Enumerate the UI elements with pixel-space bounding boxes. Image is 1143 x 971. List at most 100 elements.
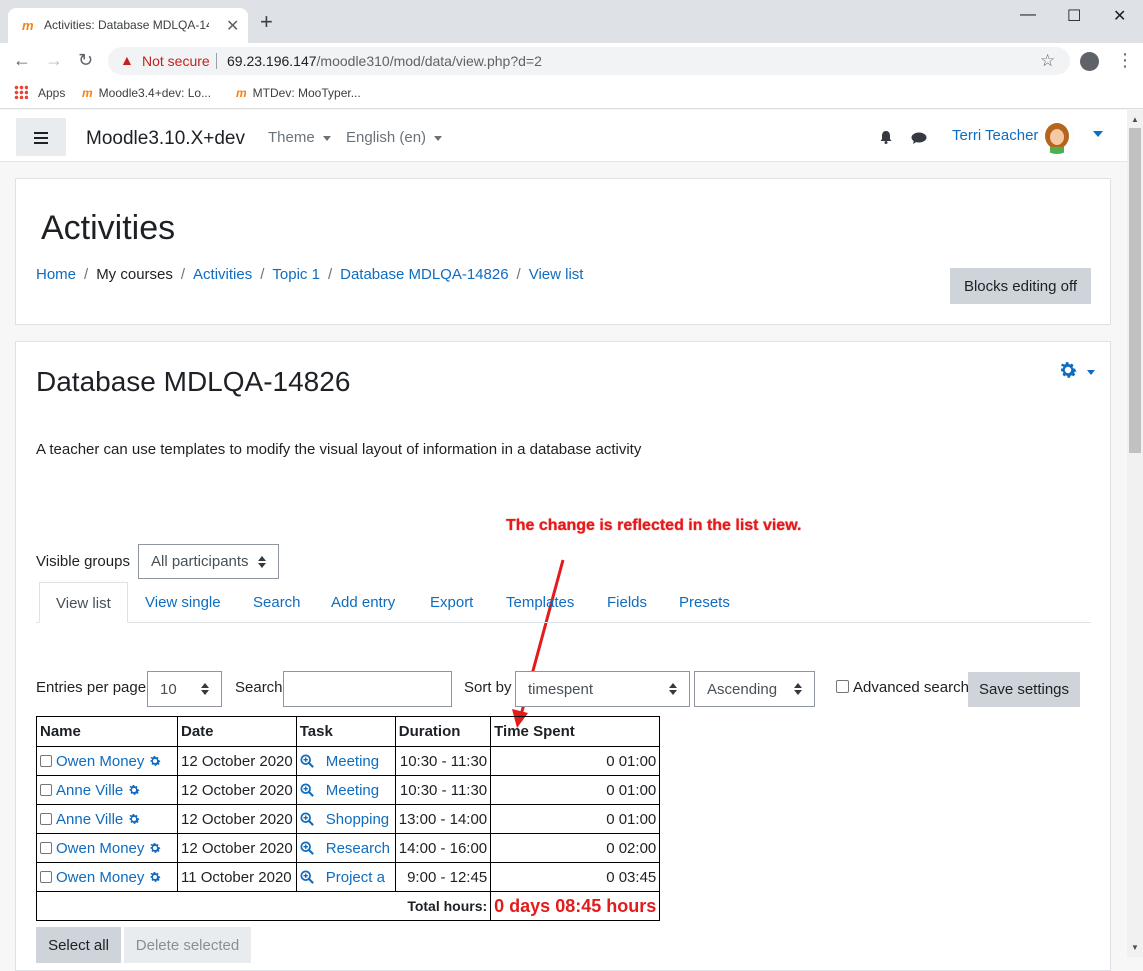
minimize-icon[interactable]: — [1020,6,1036,24]
user-name-link[interactable]: Owen Money [56,869,144,886]
task-link[interactable]: Meeting [326,782,379,799]
window-close-icon[interactable]: ✕ [1113,6,1126,26]
bookmark-moodle34[interactable]: m Moodle3.4+dev: Lo... [82,86,211,100]
hamburger-bar [34,132,48,134]
drawer-toggle-button[interactable] [16,118,66,156]
user-name-link[interactable]: Owen Money [56,753,144,770]
breadcrumb-database[interactable]: Database MDLQA-14826 [340,266,508,283]
user-menu-chevron-icon[interactable] [1093,131,1103,137]
breadcrumb-view-list[interactable]: View list [529,266,584,283]
task-link[interactable]: Meeting [326,753,379,770]
zoom-in-icon[interactable] [300,869,314,884]
date-cell: 11 October 2020 [177,862,297,892]
entry-settings-cog-icon[interactable] [127,783,141,797]
breadcrumb-home[interactable]: Home [36,266,76,283]
bookmark-apps[interactable]: Apps [38,86,65,100]
gear-icon[interactable] [1057,359,1079,381]
zoom-in-icon[interactable] [300,840,314,855]
user-name-link[interactable]: Anne Ville [56,782,123,799]
duration-cell: 9:00 - 12:45 [394,862,492,892]
breadcrumb-topic[interactable]: Topic 1 [272,266,320,283]
date-cell: 12 October 2020 [177,775,297,805]
breadcrumb-activities[interactable]: Activities [193,266,252,283]
site-brand[interactable]: Moodle3.10.X+dev [86,128,245,150]
moodle-favicon-icon: m [82,86,93,100]
bookmark-moodle34-label: Moodle3.4+dev: Lo... [98,86,212,100]
column-header-task: Task [295,716,396,747]
new-tab-button[interactable]: + [260,11,273,33]
tab-close-icon[interactable]: ✕ [226,16,239,36]
tab-add-entry[interactable]: Add entry [331,582,395,623]
breadcrumb-my-courses: My courses [96,266,173,283]
browser-menu-icon[interactable]: ⋮ [1116,50,1134,71]
avatar[interactable] [1040,120,1074,154]
blocks-editing-button[interactable]: Blocks editing off [950,268,1091,304]
task-link[interactable]: Shopping [326,811,389,828]
address-bar[interactable]: ▲ Not secure 69.23.196.147/moodle310/mod… [108,47,1070,75]
delete-selected-button[interactable]: Delete selected [124,927,251,963]
profile-icon[interactable] [1080,52,1099,71]
zoom-in-icon[interactable] [300,811,314,826]
user-menu-name[interactable]: Terri Teacher [952,127,1038,144]
tab-view-list[interactable]: View list [39,582,128,623]
security-label[interactable]: Not secure [142,53,210,69]
tab-search[interactable]: Search [253,582,301,623]
bookmark-star-icon[interactable]: ☆ [1040,51,1055,71]
hamburger-bar [34,142,48,144]
entries-per-page-value: 10 [160,680,177,698]
forward-icon[interactable]: → [45,50,63,71]
row-select-checkbox[interactable] [40,754,52,767]
entries-per-page-label: Entries per page [36,679,147,696]
notifications-bell-icon[interactable] [879,130,893,144]
row-select-checkbox[interactable] [40,812,52,825]
scroll-down-icon[interactable]: ▼ [1131,943,1139,952]
date-cell: 12 October 2020 [177,833,297,863]
select-all-button[interactable]: Select all [36,927,121,963]
task-link[interactable]: Project a [326,869,385,886]
table-row: Anne Ville 12 October 2020 Meeting 10:30 - … [36,775,661,805]
user-name-link[interactable]: Owen Money [56,840,144,857]
hamburger-bar [34,137,48,139]
maximize-icon[interactable]: ☐ [1067,6,1081,26]
theme-menu[interactable]: Theme [268,129,331,146]
entry-settings-cog-icon[interactable] [148,754,162,768]
tab-templates[interactable]: Templates [506,582,574,623]
total-hours-value: 0 days 08:45 hours [490,891,661,921]
row-select-checkbox[interactable] [40,841,52,854]
row-select-checkbox[interactable] [40,783,52,796]
reload-icon[interactable]: ↻ [78,50,93,71]
entry-settings-cog-icon[interactable] [148,841,162,855]
sort-by-select[interactable]: timespent [515,671,690,707]
visible-groups-select[interactable]: All participants [138,544,279,579]
scroll-up-icon[interactable]: ▲ [1131,115,1139,124]
user-name-link[interactable]: Anne Ville [56,811,123,828]
messages-chat-icon[interactable] [911,132,927,144]
language-menu[interactable]: English (en) [346,129,443,146]
tab-export[interactable]: Export [430,582,473,623]
task-link[interactable]: Research [326,840,390,857]
url-text[interactable]: 69.23.196.147/moodle310/mod/data/view.ph… [227,53,542,69]
task-cell: Meeting [295,746,396,776]
browser-tab[interactable]: m Activities: Database MDLQA-148... ✕ [8,8,248,43]
zoom-in-icon[interactable] [300,782,314,797]
column-header-date: Date [177,716,297,747]
tab-view-single[interactable]: View single [145,582,221,623]
back-icon[interactable]: ← [13,50,31,71]
advanced-search-label[interactable]: Advanced search [853,679,969,696]
scrollbar-thumb[interactable] [1129,128,1141,453]
entry-settings-cog-icon[interactable] [148,870,162,884]
advanced-search-checkbox[interactable] [836,680,849,693]
sort-order-select[interactable]: Ascending [694,671,815,707]
duration-cell: 10:30 - 11:30 [394,746,492,776]
chevron-down-icon[interactable] [1087,370,1095,375]
entry-settings-cog-icon[interactable] [127,812,141,826]
tab-presets[interactable]: Presets [679,582,730,623]
search-input[interactable] [283,671,452,707]
entries-per-page-select[interactable]: 10 [147,671,222,707]
zoom-in-icon[interactable] [300,753,314,768]
row-select-checkbox[interactable] [40,870,52,883]
tab-fields[interactable]: Fields [607,582,647,623]
save-settings-button[interactable]: Save settings [968,672,1080,707]
bookmark-mtdev[interactable]: m MTDev: MooTyper... [236,86,361,100]
name-cell: Anne Ville [36,804,178,834]
